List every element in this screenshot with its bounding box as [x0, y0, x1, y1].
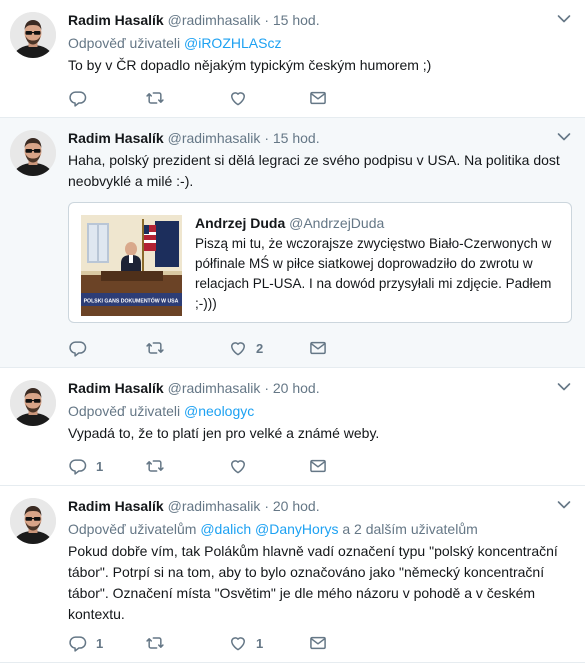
direct-message-button[interactable] [308, 456, 328, 476]
separator-dot: · [264, 498, 269, 514]
reply-icon [68, 338, 88, 358]
like-count: 1 [256, 635, 264, 651]
retweet-icon [145, 88, 165, 108]
tweet-text: Haha, polský prezident si dělá legraci z… [68, 152, 560, 189]
envelope-icon [308, 338, 328, 358]
replying-label: Odpověď uživateli [68, 403, 181, 419]
heart-icon [228, 633, 248, 653]
avatar[interactable] [10, 12, 56, 58]
tweet-timestamp[interactable]: 20 hod. [273, 380, 320, 396]
tweet-actions: 2 [68, 338, 338, 358]
replying-to: Odpověď uživateli @neologyc [68, 401, 573, 421]
mention-link[interactable]: @neologyc [184, 403, 254, 419]
author-name[interactable]: Radim Hasalík [68, 498, 164, 514]
like-button[interactable]: 2 [228, 338, 263, 358]
heart-icon [228, 456, 248, 476]
envelope-icon [308, 456, 328, 476]
envelope-icon [308, 88, 328, 108]
tweet-actions: 1 [68, 456, 338, 476]
direct-message-button[interactable] [308, 338, 328, 358]
reply-icon [68, 456, 88, 476]
reply-count: 1 [96, 458, 104, 474]
retweet-icon [145, 633, 165, 653]
reply-icon [68, 633, 88, 653]
mention-link[interactable]: @iROZHLAScz [184, 35, 281, 51]
reply-count: 1 [96, 635, 104, 651]
tweet-header: Radim Hasalík @radimhasalik · 15 hod. [68, 10, 573, 30]
mention-link[interactable]: @dalich [200, 521, 251, 537]
separator-dot: · [264, 380, 269, 396]
replying-to: Odpověď uživateli @iROZHLAScz [68, 33, 573, 53]
avatar[interactable] [10, 498, 56, 544]
tweet-header: Radim Hasalík @radimhasalik · 20 hod. [68, 378, 573, 398]
like-count: 2 [256, 340, 264, 356]
tweet-header: Radim Hasalík @radimhasalik · 15 hod. [68, 128, 573, 148]
replying-label: Odpověď uživateli [68, 35, 181, 51]
quoted-tweet-text: Piszą mi tu, że wczorajsze zwycięstwo Bi… [195, 236, 552, 311]
retweet-button[interactable] [145, 633, 173, 653]
direct-message-button[interactable] [308, 88, 328, 108]
author-handle[interactable]: @radimhasalik [168, 130, 261, 146]
author-handle[interactable]: @radimhasalik [168, 380, 261, 396]
like-button[interactable]: 1 [228, 633, 263, 653]
tweet-timestamp[interactable]: 15 hod. [273, 130, 320, 146]
tweet[interactable]: Radim Hasalík @radimhasalik · 20 hod. Od… [0, 368, 585, 486]
separator-dot: · [264, 130, 269, 146]
tweet[interactable]: Radim Hasalík @radimhasalik · 20 hod. Od… [0, 486, 585, 663]
avatar[interactable] [10, 380, 56, 426]
author-name[interactable]: Radim Hasalík [68, 12, 164, 28]
author-handle[interactable]: @radimhasalik [168, 12, 261, 28]
heart-icon [228, 338, 248, 358]
envelope-icon [308, 633, 328, 653]
tweet[interactable]: Radim Hasalík @radimhasalik · 15 hod. Od… [0, 0, 585, 118]
replying-more-label[interactable]: a 2 dalším uživatelům [342, 521, 477, 537]
tweet-text: Vypadá to, že to platí jen pro velké a z… [68, 425, 380, 441]
reply-button[interactable] [68, 88, 96, 108]
tweet[interactable]: Radim Hasalík @radimhasalik · 15 hod. Ha… [0, 118, 585, 368]
retweet-icon [145, 456, 165, 476]
retweet-icon [145, 338, 165, 358]
separator-dot: · [264, 12, 269, 28]
tweet-timestamp[interactable]: 20 hod. [273, 498, 320, 514]
quoted-tweet-image[interactable]: POLSKI GANS DOKUMENTÓW W USA [81, 215, 182, 316]
reply-icon [68, 88, 88, 108]
tweet-text: Pokud dobře vím, tak Polákům hlavně vadí… [68, 543, 558, 622]
tweet-actions [68, 88, 338, 108]
retweet-button[interactable] [145, 338, 173, 358]
reply-button[interactable]: 1 [68, 633, 103, 653]
chevron-down-icon[interactable] [557, 382, 571, 392]
timeline: Radim Hasalík @radimhasalik · 15 hod. Od… [0, 0, 585, 663]
replying-to: Odpověď uživatelům @dalich @DanyHorys a … [68, 519, 573, 539]
retweet-button[interactable] [145, 88, 173, 108]
quoted-tweet-body: Andrzej Duda @AndrzejDuda Piszą mi tu, ż… [195, 214, 561, 314]
chevron-down-icon[interactable] [557, 132, 571, 142]
author-handle[interactable]: @radimhasalik [168, 498, 261, 514]
tweet-actions: 1 1 [68, 633, 338, 653]
heart-icon [228, 88, 248, 108]
retweet-button[interactable] [145, 456, 173, 476]
reply-button[interactable] [68, 338, 96, 358]
author-name[interactable]: Radim Hasalík [68, 380, 164, 396]
direct-message-button[interactable] [308, 633, 328, 653]
like-button[interactable] [228, 456, 256, 476]
like-button[interactable] [228, 88, 256, 108]
chevron-down-icon[interactable] [557, 500, 571, 510]
mention-link[interactable]: @DanyHorys [255, 521, 338, 537]
quoted-tweet[interactable]: POLSKI GANS DOKUMENTÓW W USA Andrzej Dud… [68, 202, 572, 323]
chevron-down-icon[interactable] [557, 14, 571, 24]
replying-label: Odpověď uživatelům [68, 521, 197, 537]
tweet-header: Radim Hasalík @radimhasalik · 20 hod. [68, 496, 573, 516]
tweet-timestamp[interactable]: 15 hod. [273, 12, 320, 28]
quoted-author-name: Andrzej Duda [195, 215, 286, 231]
quoted-author-handle: @AndrzejDuda [289, 215, 385, 231]
author-name[interactable]: Radim Hasalík [68, 130, 164, 146]
avatar[interactable] [10, 130, 56, 176]
quoted-tweet-header: Andrzej Duda @AndrzejDuda [195, 214, 561, 233]
image-caption: POLSKI GANS DOKUMENTÓW W USA [84, 297, 179, 305]
reply-button[interactable]: 1 [68, 456, 103, 476]
tweet-text: To by v ČR dopadlo nějakým typickým česk… [68, 57, 432, 73]
